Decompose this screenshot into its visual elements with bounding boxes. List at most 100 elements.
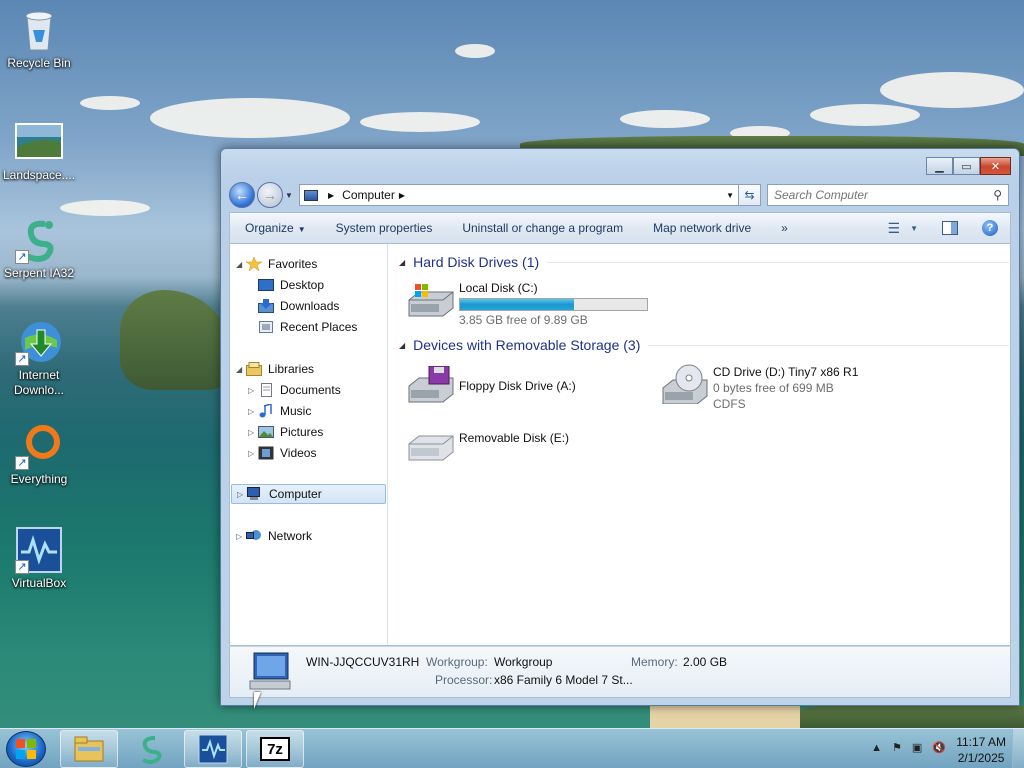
forward-button[interactable]: → — [257, 182, 283, 208]
drive-removable-e[interactable]: Removable Disk (E:) — [407, 424, 569, 462]
expand-arrow-icon[interactable]: ▷ — [248, 428, 258, 437]
breadcrumb-separator-icon[interactable]: ▶ — [328, 191, 334, 200]
system-properties-button[interactable]: System properties — [321, 221, 448, 235]
nav-libraries[interactable]: ◢ Libraries — [236, 359, 314, 379]
desktop-icon-internet-download[interactable]: ↗ Internet Downlo... — [2, 318, 76, 398]
expand-arrow-icon[interactable]: ◢ — [236, 365, 246, 374]
computer-icon — [304, 189, 318, 201]
desktop-icon-landspace[interactable]: Landspace.... — [2, 118, 76, 183]
search-icon[interactable]: ⚲ — [993, 188, 1002, 202]
change-view-button[interactable]: ☰ ▼ — [888, 220, 918, 237]
computer-name: WIN-JJQCCUV31RH — [306, 655, 420, 669]
expand-arrow-icon[interactable]: ▷ — [236, 532, 246, 541]
drive-local-disk-c[interactable]: Local Disk (C:) 3.85 GB free of 9.89 GB — [407, 280, 648, 328]
view-options-icon: ☰ — [887, 219, 901, 236]
nav-label: Downloads — [280, 299, 340, 313]
nav-desktop[interactable]: Desktop — [258, 275, 324, 295]
minimize-button[interactable]: ▁ — [926, 157, 953, 175]
close-icon: ✕ — [990, 160, 1001, 173]
collapse-arrow-icon[interactable]: ◢ — [399, 258, 405, 267]
taskbar-serpent-button[interactable] — [122, 730, 180, 768]
computer-large-icon — [246, 651, 292, 696]
nav-computer[interactable]: ▷ Computer — [231, 484, 386, 504]
address-bar[interactable]: ▶ Computer ▶ ▼ — [299, 184, 739, 206]
nav-videos[interactable]: ▷ Videos — [248, 443, 316, 463]
map-network-drive-button[interactable]: Map network drive — [638, 221, 766, 235]
help-button[interactable]: ? — [982, 220, 998, 236]
expand-arrow-icon[interactable]: ▷ — [248, 386, 258, 395]
breadcrumb-chevron-icon[interactable]: ▶ — [399, 191, 405, 200]
pictures-icon — [258, 425, 274, 439]
content-area: ◢ Favorites Desktop Downloads Recent Pla… — [229, 244, 1011, 646]
beach — [650, 706, 800, 728]
drive-name: Local Disk (C:) — [459, 281, 538, 295]
desktop-icon-recycle-bin[interactable]: Recycle Bin — [2, 6, 76, 71]
back-button[interactable]: ← — [229, 182, 255, 208]
address-dropdown-icon[interactable]: ▼ — [726, 191, 734, 200]
desktop-icon-everything[interactable]: ↗ Everything — [2, 422, 76, 487]
nav-pictures[interactable]: ▷ Pictures — [248, 422, 323, 442]
workgroup-value: Workgroup — [494, 655, 553, 669]
desktop-icon-virtualbox[interactable]: ↗ VirtualBox — [2, 526, 76, 591]
expand-arrow-icon[interactable]: ◢ — [236, 260, 246, 269]
taskbar-virtualbox-button[interactable] — [184, 730, 242, 768]
shortcut-arrow-icon: ↗ — [15, 250, 29, 264]
taskbar-explorer-button[interactable] — [60, 730, 118, 768]
nav-label: Recent Places — [280, 320, 358, 334]
expand-arrow-icon[interactable]: ▷ — [248, 449, 258, 458]
file-view: ◢ Hard Disk Drives (1) Local Disk (C:) 3… — [389, 244, 1010, 645]
search-input[interactable] — [774, 188, 994, 202]
uninstall-program-button[interactable]: Uninstall or change a program — [447, 221, 638, 235]
desktop-icon-label: Landspace.... — [2, 168, 76, 182]
refresh-button[interactable]: ⇆ — [739, 184, 761, 206]
volume-muted-icon[interactable]: 🔇 — [932, 741, 946, 754]
close-button[interactable]: ✕ — [980, 157, 1011, 175]
nav-recent-places[interactable]: Recent Places — [258, 317, 357, 337]
taskbar-7zip-button[interactable]: 7z — [246, 730, 304, 768]
desktop-icon-label: Serpent IA32 — [3, 266, 75, 280]
network-status-icon[interactable]: ▣ — [912, 741, 922, 754]
cloud — [60, 200, 150, 216]
refresh-icon: ⇆ — [744, 188, 755, 202]
disk-usage-fill — [460, 299, 575, 310]
preview-pane-button[interactable] — [942, 221, 958, 235]
desktop-icon-label: Recycle Bin — [7, 56, 71, 70]
group-divider — [648, 344, 1009, 346]
desktop-icon-serpent[interactable]: ↗ Serpent IA32 — [2, 216, 76, 281]
computer-icon — [247, 487, 263, 501]
collapse-arrow-icon[interactable]: ◢ — [399, 341, 405, 350]
drive-floppy-a[interactable]: Floppy Disk Drive (A:) — [407, 365, 576, 404]
group-header-hard-disks[interactable]: ◢ Hard Disk Drives (1) — [399, 254, 1009, 270]
desktop-icon-label: VirtualBox — [11, 576, 67, 590]
maximize-button[interactable]: ▭ — [953, 157, 980, 175]
nav-network[interactable]: ▷ Network — [236, 526, 312, 546]
start-button[interactable] — [6, 731, 46, 767]
recent-pages-dropdown[interactable]: ▼ — [285, 191, 295, 200]
nav-favorites[interactable]: ◢ Favorites — [236, 254, 317, 274]
serpent-icon: ↗ — [15, 216, 63, 264]
expand-arrow-icon[interactable]: ▷ — [248, 407, 258, 416]
notification-area: ▲ ⚑ ▣ 🔇 — [861, 741, 946, 755]
nav-documents[interactable]: ▷ Documents — [248, 380, 341, 400]
show-hidden-icons-button[interactable]: ▲ — [871, 742, 882, 754]
more-commands-button[interactable]: » — [766, 221, 803, 235]
breadcrumb-computer[interactable]: Computer — [342, 188, 395, 202]
clock[interactable]: 11:17 AM 2/1/2025 — [956, 734, 1006, 766]
nav-label: Libraries — [268, 362, 315, 376]
recycle-bin-icon — [15, 6, 63, 54]
explorer-window: ▁ ▭ ✕ ← → ▼ ▶ Computer ▶ ▼ ⇆ ⚲ Organize▼… — [220, 148, 1020, 706]
group-header-removable-storage[interactable]: ◢ Devices with Removable Storage (3) — [399, 337, 1009, 353]
nav-music[interactable]: ▷ Music — [248, 401, 311, 421]
processor-value: x86 Family 6 Model 7 St... — [494, 673, 633, 687]
expand-arrow-icon[interactable]: ▷ — [237, 490, 247, 499]
nav-downloads[interactable]: Downloads — [258, 296, 339, 316]
cloud — [620, 110, 710, 128]
star-icon — [245, 256, 263, 272]
navigation-bar: ← → ▼ ▶ Computer ▶ ▼ ⇆ ⚲ — [229, 182, 1011, 208]
show-desktop-button[interactable] — [1012, 729, 1024, 768]
organize-button[interactable]: Organize ▼ — [230, 221, 321, 235]
caption-buttons: ▁ ▭ ✕ — [926, 157, 1011, 175]
action-center-flag-icon[interactable]: ⚑ — [892, 741, 902, 754]
search-box[interactable]: ⚲ — [767, 184, 1009, 206]
drive-cd-d[interactable]: CD Drive (D:) Tiny7 x86 R1 0 bytes free … — [661, 364, 858, 412]
